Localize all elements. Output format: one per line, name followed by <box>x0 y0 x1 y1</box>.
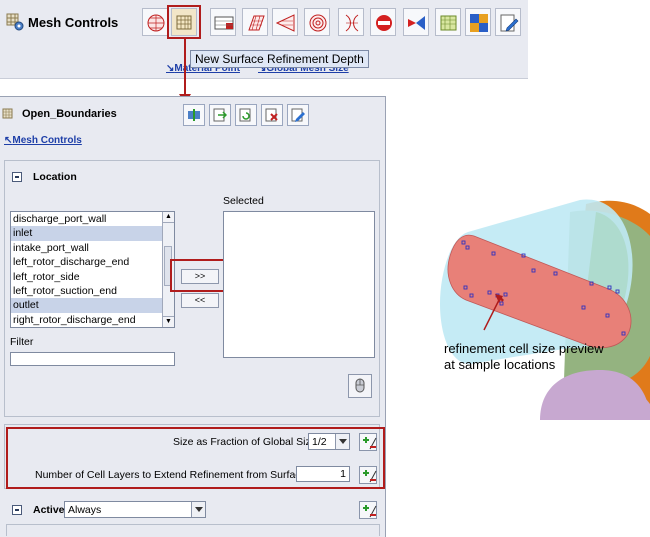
mouse-pick-icon <box>355 378 365 393</box>
export-button[interactable] <box>209 104 231 126</box>
filter-label: Filter <box>10 336 34 348</box>
list-rows: discharge_port_wall inlet intake_port_wall… <box>11 212 174 327</box>
refresh-button[interactable] <box>235 104 257 126</box>
list-item[interactable]: outlet <box>11 298 174 313</box>
annotation-line-2: at sample locations <box>444 357 556 372</box>
delete-icon <box>265 108 278 122</box>
tool-button-edit[interactable] <box>495 8 521 36</box>
tool-button-volume[interactable] <box>435 8 461 36</box>
available-boundaries-list[interactable]: discharge_port_wall inlet intake_port_wall… <box>10 211 175 328</box>
cell-layers-input[interactable] <box>296 466 350 482</box>
preview-annotation: refinement cell size preview at sample l… <box>444 341 604 373</box>
toolbar-title: Mesh Controls <box>28 15 119 30</box>
tool-button-cylinder[interactable] <box>338 8 364 36</box>
cone-icon <box>276 14 295 32</box>
block-icon <box>470 14 488 32</box>
next-section <box>6 524 380 536</box>
collapse-location-icon[interactable] <box>12 172 22 182</box>
plus-minus-icon <box>363 470 377 483</box>
list-item[interactable]: inlet <box>11 226 174 241</box>
tool-button-boundary-layer[interactable] <box>210 8 236 36</box>
chevron-down-icon[interactable] <box>191 502 205 517</box>
stop-refinement-icon <box>376 15 392 31</box>
list-item[interactable]: discharge_port_wall <box>11 212 174 226</box>
list-item[interactable]: left_rotor_side <box>11 270 174 284</box>
mesh-controls-toolbar: Mesh Controls ↘Material Point ↘Global Me… <box>0 0 528 79</box>
remove-from-selected-button[interactable]: << <box>181 293 219 308</box>
selected-label: Selected <box>223 195 264 207</box>
sphere-icon <box>309 14 327 32</box>
edit-button[interactable] <box>287 104 309 126</box>
size-fraction-dropdown[interactable]: 1/2 <box>308 433 350 450</box>
refresh-icon <box>239 108 251 122</box>
conformal-icon <box>408 16 425 30</box>
panel-title: Open_Boundaries <box>22 108 117 120</box>
pick-button[interactable] <box>348 374 372 398</box>
active-dropdown[interactable]: Always <box>64 501 206 518</box>
tooltip: New Surface Refinement Depth <box>190 50 369 68</box>
delete-button[interactable] <box>261 104 283 126</box>
export-icon <box>213 108 227 122</box>
scroll-down-icon[interactable]: ▼ <box>163 316 174 327</box>
tool-button-target[interactable] <box>142 8 168 36</box>
cell-layers-label: Number of Cell Layers to Extend Refineme… <box>35 469 307 481</box>
chevron-down-icon[interactable] <box>335 434 349 449</box>
rename-button[interactable] <box>183 104 205 126</box>
grid-icon <box>248 15 265 31</box>
tool-button-stop[interactable] <box>370 8 396 36</box>
expression-button-size[interactable] <box>359 433 377 451</box>
tool-button-sphere[interactable] <box>304 8 330 36</box>
boundary-layer-icon <box>214 16 234 30</box>
tool-button-grid[interactable] <box>242 8 268 36</box>
cylinder-section-icon <box>345 14 359 32</box>
annotation-line-1: refinement cell size preview <box>444 341 604 356</box>
edit-icon <box>500 14 519 32</box>
scroll-up-icon[interactable]: ▲ <box>163 212 174 223</box>
pencil-icon <box>291 108 305 122</box>
volume-icon <box>440 15 457 31</box>
list-item[interactable]: left_rotor_discharge_end <box>11 255 174 269</box>
list-item[interactable]: left_rotor_suction_end <box>11 284 174 298</box>
active-value: Always <box>68 504 102 516</box>
tool-button-conformal[interactable] <box>403 8 429 36</box>
expression-button-layers[interactable] <box>359 466 377 484</box>
tool-button-cone[interactable] <box>272 8 298 36</box>
filter-input[interactable] <box>10 352 175 366</box>
breadcrumb-mesh-controls[interactable]: ↖Mesh Controls <box>4 135 82 146</box>
panel-icon <box>2 108 13 119</box>
list-item[interactable]: intake_port_wall <box>11 241 174 255</box>
highlight-box-toolbar <box>167 5 201 39</box>
mesh-controls-icon <box>6 13 24 31</box>
list-item[interactable]: right_rotor_discharge_end <box>11 313 174 327</box>
target-icon <box>147 14 165 32</box>
plus-minus-icon <box>363 437 377 450</box>
active-label: Active <box>33 504 65 516</box>
size-fraction-label: Size as Fraction of Global Size <box>173 436 317 448</box>
selected-boundaries-list[interactable] <box>223 211 375 358</box>
tool-button-block[interactable] <box>465 8 491 36</box>
mesh-3d-preview <box>440 199 650 420</box>
expression-button-active[interactable] <box>359 501 377 519</box>
plus-minus-icon <box>363 505 377 518</box>
location-header: Location <box>33 171 77 183</box>
collapse-active-icon[interactable] <box>12 505 22 515</box>
rename-icon <box>188 109 200 121</box>
size-fraction-value: 1/2 <box>312 436 327 448</box>
